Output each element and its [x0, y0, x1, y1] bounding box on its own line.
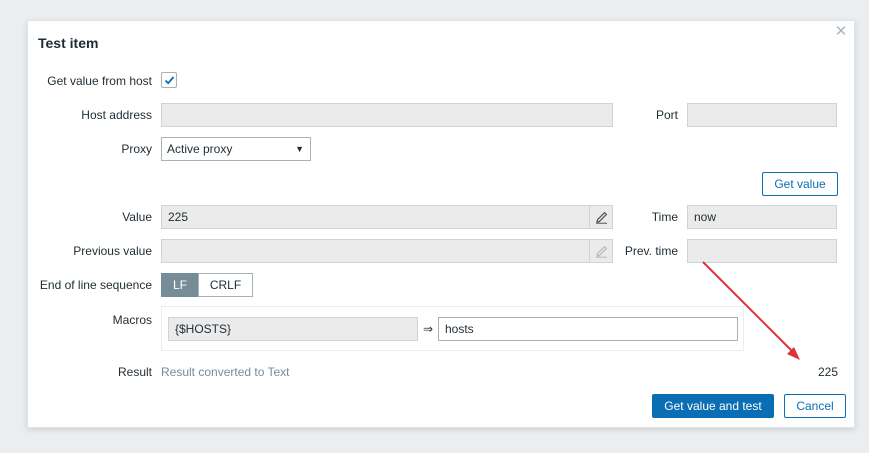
- macro-arrow: ⇒: [423, 322, 434, 336]
- pencil-icon: [596, 245, 608, 258]
- time-field[interactable]: now: [687, 205, 837, 229]
- port-field[interactable]: [687, 103, 837, 127]
- prev-time-label: Prev. time: [624, 244, 678, 258]
- prev-time-field[interactable]: [687, 239, 837, 263]
- macro-value-input[interactable]: hosts: [438, 317, 738, 341]
- result-label: Result: [117, 365, 152, 379]
- dropdown-caret-icon: ▼: [295, 144, 304, 154]
- macro-name-field: {$HOSTS}: [168, 317, 418, 341]
- macros-table: {$HOSTS} ⇒ hosts: [161, 306, 744, 351]
- proxy-selected-value: Active proxy: [167, 142, 233, 156]
- result-value: 225: [817, 365, 838, 379]
- pencil-icon: [596, 211, 608, 224]
- host-address-field[interactable]: [161, 103, 613, 127]
- cancel-button[interactable]: Cancel: [784, 394, 846, 418]
- previous-value-field[interactable]: [161, 239, 590, 263]
- previous-value-edit-button[interactable]: [589, 239, 613, 263]
- check-icon: [164, 76, 175, 85]
- previous-value-label: Previous value: [73, 244, 152, 258]
- eol-label: End of line sequence: [39, 278, 152, 292]
- test-item-dialog: Test item ✕ Get value from host Host add…: [27, 20, 855, 428]
- get-value-from-host-label: Get value from host: [47, 74, 152, 88]
- port-label: Port: [655, 108, 678, 122]
- value-field[interactable]: 225: [161, 205, 590, 229]
- proxy-label: Proxy: [121, 142, 152, 156]
- close-icon[interactable]: ✕: [834, 24, 848, 39]
- proxy-select[interactable]: Active proxy ▼: [161, 137, 311, 161]
- dialog-title: Test item: [38, 35, 99, 51]
- get-value-and-test-button[interactable]: Get value and test: [652, 394, 774, 418]
- eol-crlf-option[interactable]: CRLF: [198, 273, 253, 297]
- get-value-button[interactable]: Get value: [762, 172, 838, 196]
- eol-lf-option[interactable]: LF: [161, 273, 199, 297]
- value-label: Value: [122, 210, 152, 224]
- get-value-from-host-checkbox[interactable]: [161, 72, 177, 88]
- value-edit-button[interactable]: [589, 205, 613, 229]
- macros-label: Macros: [112, 313, 152, 327]
- host-address-label: Host address: [81, 108, 152, 122]
- result-note: Result converted to Text: [161, 365, 290, 379]
- time-label: Time: [651, 210, 678, 224]
